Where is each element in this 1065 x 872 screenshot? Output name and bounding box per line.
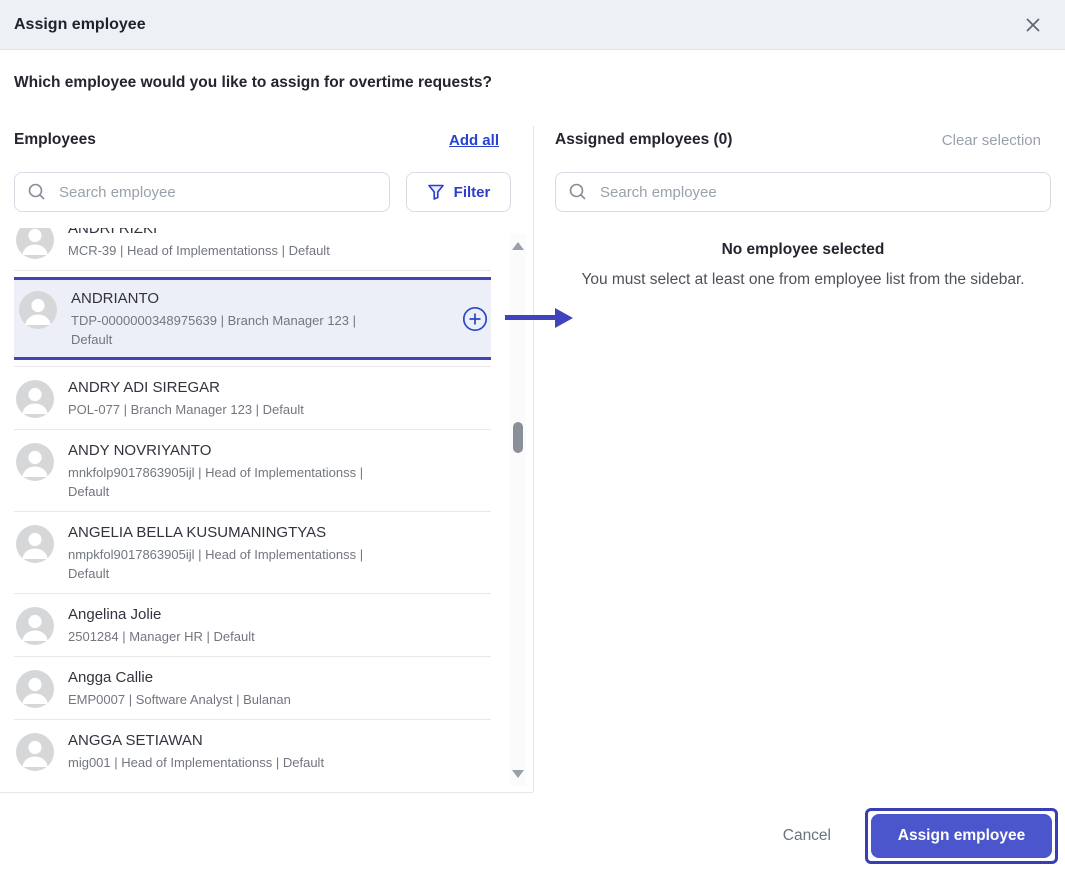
close-icon (1023, 15, 1043, 35)
employee-text: ANGGA SETIAWAN mig001 | Head of Implemen… (68, 730, 324, 772)
empty-state-message: You must select at least one from employ… (569, 266, 1037, 294)
plus-circle-icon (461, 305, 489, 333)
employee-details: mnkfolp9017863905ijl | Head of Implement… (68, 463, 378, 501)
person-avatar-icon (19, 291, 57, 329)
empty-state: No employee selected You must select at … (555, 238, 1051, 294)
empty-state-title: No employee selected (555, 238, 1051, 262)
employee-row[interactable]: ANGELIA BELLA KUSUMANINGTYAS nmpkfol9017… (14, 512, 491, 593)
scroll-down-button[interactable] (512, 770, 524, 778)
employee-search (14, 172, 390, 212)
employee-row-slot: Angga Callie EMP0007 | Software Analyst … (14, 657, 491, 720)
employee-row-slot: ANDY NOVRIYANTO mnkfolp9017863905ijl | H… (14, 430, 491, 512)
employee-row[interactable]: ANGGA SETIAWAN mig001 | Head of Implemen… (14, 720, 491, 782)
employee-details: EMP0007 | Software Analyst | Bulanan (68, 690, 291, 709)
employee-row[interactable]: ANDRY ADI SIREGAR POL-077 | Branch Manag… (14, 367, 491, 429)
assigned-search (555, 172, 1051, 212)
close-button[interactable] (1021, 13, 1045, 37)
employee-name: ANDRI RIZKI (68, 228, 330, 239)
person-avatar-icon (16, 380, 54, 418)
employee-name: ANGGA SETIAWAN (68, 730, 324, 751)
employee-details: TDP-0000000348975639 | Branch Manager 12… (71, 311, 381, 349)
assigned-heading-row: Assigned employees (0) Clear selection (555, 131, 1051, 149)
panel-divider (533, 126, 534, 792)
employee-row-slot: ANDRI RIZKI MCR-39 | Head of Implementat… (14, 228, 491, 271)
employee-row[interactable]: Angga Callie EMP0007 | Software Analyst … (14, 657, 491, 719)
search-icon (568, 182, 588, 202)
list-bottom-divider (0, 792, 533, 793)
employee-text: ANDRIANTO TDP-0000000348975639 | Branch … (71, 288, 381, 349)
scrollbar-thumb[interactable] (513, 422, 523, 453)
assigned-heading: Assigned employees (0) (555, 131, 732, 149)
employee-name: ANDRIANTO (71, 288, 381, 309)
annotation-box: Assign employee (865, 808, 1058, 864)
employee-text: Angelina Jolie 2501284 | Manager HR | De… (68, 604, 255, 646)
employee-row-slot: Angelina Jolie 2501284 | Manager HR | De… (14, 594, 491, 657)
scroll-up-button[interactable] (512, 242, 524, 250)
person-avatar-icon (16, 733, 54, 771)
employee-text: ANGELIA BELLA KUSUMANINGTYAS nmpkfol9017… (68, 522, 378, 583)
filter-button[interactable]: Filter (406, 172, 511, 212)
employee-row[interactable]: ANDRI RIZKI MCR-39 | Head of Implementat… (14, 228, 491, 270)
employee-row-slot: ANGELIA BELLA KUSUMANINGTYAS nmpkfol9017… (14, 512, 491, 594)
search-icon (27, 182, 47, 202)
employee-details: 2501284 | Manager HR | Default (68, 627, 255, 646)
employee-details: nmpkfol9017863905ijl | Head of Implement… (68, 545, 378, 583)
employee-row-slot: ANGGA SETIAWAN mig001 | Head of Implemen… (14, 720, 491, 782)
scrollbar[interactable] (510, 234, 526, 786)
employee-text: ANDY NOVRIYANTO mnkfolp9017863905ijl | H… (68, 440, 378, 501)
person-avatar-icon (16, 228, 54, 259)
employee-name: ANGELIA BELLA KUSUMANINGTYAS (68, 522, 378, 543)
person-avatar-icon (16, 607, 54, 645)
employee-name: Angelina Jolie (68, 604, 255, 625)
employee-row-slot: ANDRY ADI SIREGAR POL-077 | Branch Manag… (14, 367, 491, 430)
question-text: Which employee would you like to assign … (14, 74, 492, 92)
search-employee-input[interactable] (14, 172, 390, 212)
employee-text: ANDRY ADI SIREGAR POL-077 | Branch Manag… (68, 377, 304, 419)
person-avatar-icon (16, 443, 54, 481)
employee-row[interactable]: ANDRIANTO TDP-0000000348975639 | Branch … (14, 277, 491, 360)
employee-row[interactable]: Angelina Jolie 2501284 | Manager HR | De… (14, 594, 491, 656)
employee-details: mig001 | Head of Implementationss | Defa… (68, 753, 324, 772)
person-avatar-icon (16, 525, 54, 563)
employee-name: ANDY NOVRIYANTO (68, 440, 378, 461)
search-assigned-input[interactable] (555, 172, 1051, 212)
clear-selection-link[interactable]: Clear selection (942, 132, 1041, 149)
employees-heading-row: Employees Add all (14, 131, 511, 149)
employee-row[interactable]: ANDY NOVRIYANTO mnkfolp9017863905ijl | H… (14, 430, 491, 511)
filter-label: Filter (454, 184, 491, 201)
employee-details: POL-077 | Branch Manager 123 | Default (68, 400, 304, 419)
cancel-button[interactable]: Cancel (777, 822, 837, 850)
funnel-icon (427, 183, 445, 201)
employee-list[interactable]: ANDRI RIZKI MCR-39 | Head of Implementat… (14, 228, 491, 792)
employee-text: Angga Callie EMP0007 | Software Analyst … (68, 667, 291, 709)
add-employee-button[interactable] (461, 305, 489, 333)
assign-employee-button[interactable]: Assign employee (871, 814, 1052, 858)
employees-heading: Employees (14, 131, 96, 149)
employee-row-slot: ANDRIANTO TDP-0000000348975639 | Branch … (14, 277, 491, 367)
employee-name: ANDRY ADI SIREGAR (68, 377, 304, 398)
person-avatar-icon (16, 670, 54, 708)
modal-header: Assign employee (0, 0, 1065, 50)
add-all-link[interactable]: Add all (449, 132, 499, 149)
employee-details: MCR-39 | Head of Implementationss | Defa… (68, 241, 330, 260)
employee-text: ANDRI RIZKI MCR-39 | Head of Implementat… (68, 228, 330, 260)
employee-name: Angga Callie (68, 667, 291, 688)
modal-title: Assign employee (14, 16, 146, 34)
